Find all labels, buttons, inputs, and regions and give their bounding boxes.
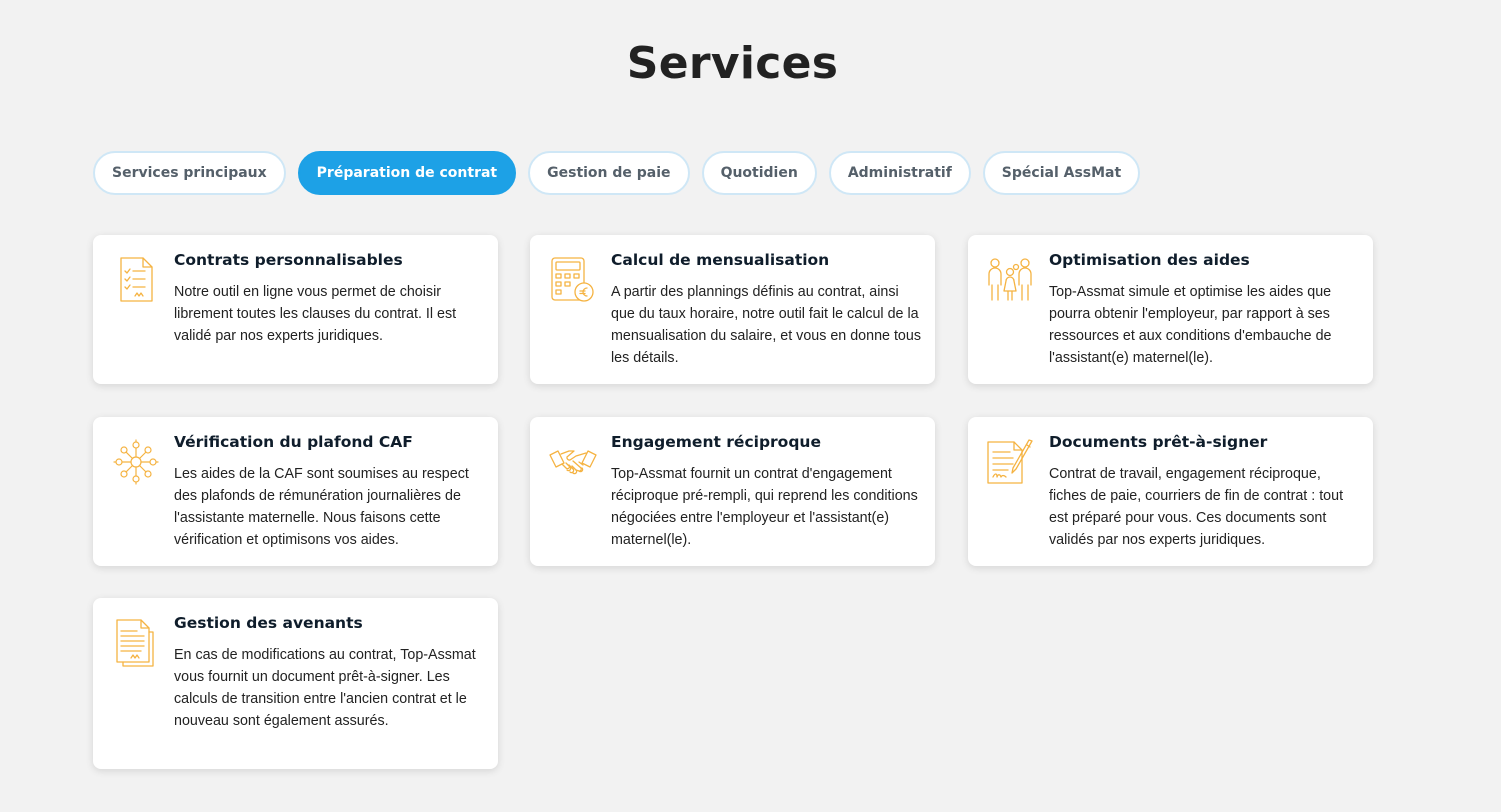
card-description: Contrat de travail, engagement réciproqu… xyxy=(1049,466,1344,548)
card-description: Notre outil en ligne vous permet de choi… xyxy=(174,284,457,344)
card-description: En cas de modifications au contrat, Top-… xyxy=(174,647,476,729)
calculator-euro-icon xyxy=(548,255,598,305)
page-title: Services xyxy=(626,38,839,89)
card-description: Les aides de la CAF sont soumises au res… xyxy=(174,466,469,548)
card-description: A partir des plannings définis au contra… xyxy=(611,284,921,366)
card-title: Calcul de mensualisation xyxy=(611,251,830,269)
service-card-documents-pret-a-signer: Documents prêt-à-signer Contrat de trava… xyxy=(968,417,1373,566)
service-card-verification-plafond-caf: Vérification du plafond CAF Les aides de… xyxy=(93,417,498,566)
tab-administratif[interactable]: Administratif xyxy=(828,151,971,195)
tab-special-assmat[interactable]: Spécial AssMat xyxy=(982,151,1141,195)
amendment-document-icon xyxy=(111,618,161,668)
service-card-engagement-reciproque: Engagement réciproque Top-Assmat fournit… xyxy=(530,417,935,566)
card-title: Documents prêt-à-signer xyxy=(1049,433,1268,451)
card-title: Optimisation des aides xyxy=(1049,251,1250,269)
tab-services-principaux[interactable]: Services principaux xyxy=(93,151,286,195)
service-card-gestion-des-avenants: Gestion des avenants En cas de modificat… xyxy=(93,598,498,769)
tab-gestion-de-paie[interactable]: Gestion de paie xyxy=(528,151,690,195)
service-card-contrats-personnalisables: Contrats personnalisables Notre outil en… xyxy=(93,235,498,384)
tab-preparation-de-contrat[interactable]: Préparation de contrat xyxy=(297,151,517,195)
family-icon xyxy=(986,255,1036,305)
service-card-optimisation-des-aides: Optimisation des aides Top-Assmat simule… xyxy=(968,235,1373,384)
service-card-calcul-de-mensualisation: Calcul de mensualisation A partir des pl… xyxy=(530,235,935,384)
card-title: Contrats personnalisables xyxy=(174,251,403,269)
contract-icon xyxy=(111,255,161,305)
card-description: Top-Assmat simule et optimise les aides … xyxy=(1049,284,1332,366)
card-title: Vérification du plafond CAF xyxy=(174,433,413,451)
card-title: Engagement réciproque xyxy=(611,433,821,451)
tab-quotidien[interactable]: Quotidien xyxy=(701,151,817,195)
signed-document-icon xyxy=(986,437,1036,487)
service-tabs: Services principaux Préparation de contr… xyxy=(93,151,1141,195)
card-description: Top-Assmat fournit un contrat d'engageme… xyxy=(611,466,918,548)
handshake-icon xyxy=(548,437,598,487)
network-icon xyxy=(111,437,161,487)
card-title: Gestion des avenants xyxy=(174,614,363,632)
